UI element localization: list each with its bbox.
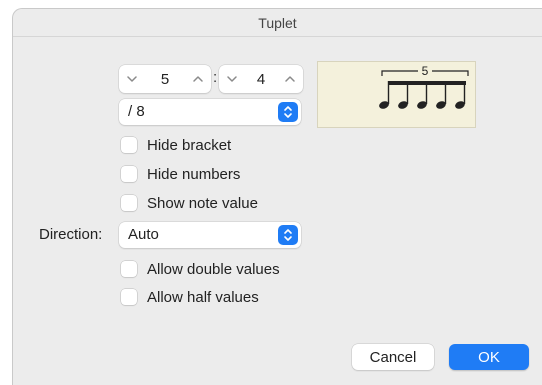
direction-value: Auto [128, 226, 159, 243]
chevron-down-icon[interactable] [225, 72, 239, 86]
checkbox-box[interactable] [121, 166, 137, 182]
tuplet-notation-image: 5 [379, 64, 469, 109]
chevron-up-icon[interactable] [191, 72, 205, 86]
tuplet-bracket-left [381, 70, 418, 76]
checkbox-box[interactable] [121, 261, 137, 277]
chevron-up-icon[interactable] [283, 72, 297, 86]
note-value-text: / 8 [128, 103, 145, 120]
denominator-stepper[interactable]: 4 [219, 65, 303, 93]
numerator-value[interactable]: 5 [161, 71, 169, 88]
denominator-value[interactable]: 4 [257, 71, 265, 88]
direction-label: Direction: [39, 226, 103, 243]
checkbox-label[interactable]: Hide bracket [147, 137, 231, 154]
chevron-down-icon[interactable] [125, 72, 139, 86]
checkbox-label[interactable]: Show note value [147, 195, 258, 212]
updown-chevron-icon[interactable] [278, 225, 298, 245]
updown-chevron-icon[interactable] [278, 102, 298, 122]
show-note-value-checkbox[interactable]: Show note value [121, 193, 258, 213]
checkbox-box[interactable] [121, 289, 137, 305]
title-bar: Tuplet [13, 9, 542, 37]
checkbox-label[interactable]: Hide numbers [147, 166, 240, 183]
tuplet-dialog: Tuplet 5 : 4 / 8 5 Hide bracket Hide num… [12, 8, 542, 385]
checkbox-label[interactable]: Allow half values [147, 289, 259, 306]
tuplet-bracket-right [432, 70, 469, 76]
direction-popup[interactable]: Auto [119, 222, 301, 248]
ratio-separator: : [213, 69, 218, 86]
window-title: Tuplet [258, 15, 297, 31]
checkbox-box[interactable] [121, 137, 137, 153]
hide-bracket-checkbox[interactable]: Hide bracket [121, 135, 231, 155]
checkbox-box[interactable] [121, 195, 137, 211]
checkbox-label[interactable]: Allow double values [147, 261, 280, 278]
note-heads [379, 101, 465, 109]
tuplet-preview: 5 [317, 61, 476, 128]
allow-half-values-checkbox[interactable]: Allow half values [121, 287, 259, 307]
ok-button[interactable]: OK [449, 344, 529, 370]
hide-numbers-checkbox[interactable]: Hide numbers [121, 164, 240, 184]
cancel-button[interactable]: Cancel [352, 344, 434, 370]
allow-double-values-checkbox[interactable]: Allow double values [121, 259, 280, 279]
numerator-stepper[interactable]: 5 [119, 65, 211, 93]
note-value-popup[interactable]: / 8 [119, 99, 301, 125]
tuplet-number: 5 [422, 64, 429, 78]
